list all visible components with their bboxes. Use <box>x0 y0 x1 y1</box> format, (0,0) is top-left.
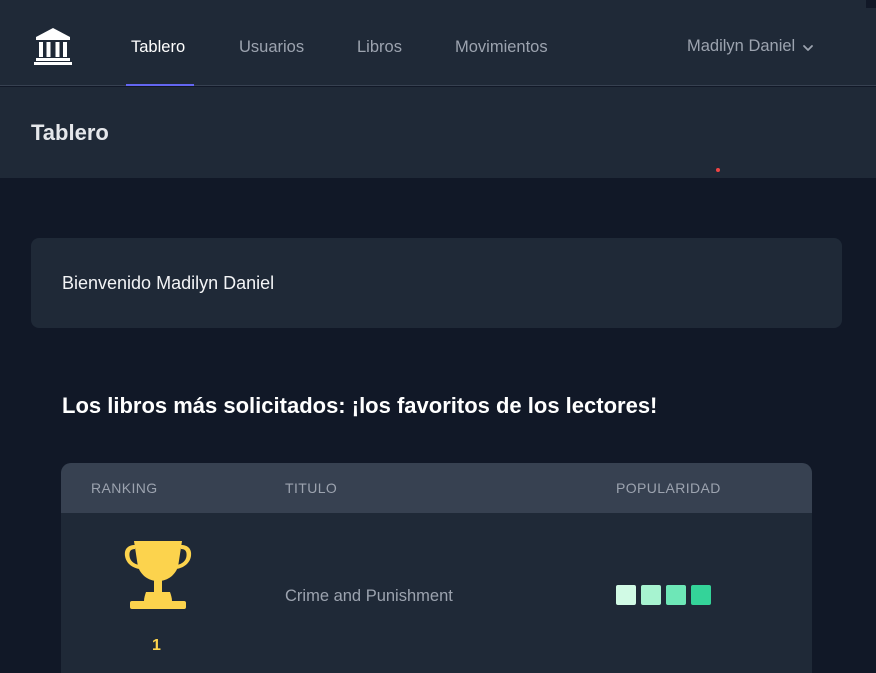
nav-item-libros[interactable]: Libros <box>357 38 402 57</box>
column-header-titulo: TITULO <box>285 480 338 496</box>
popularity-square <box>616 585 636 605</box>
indicator-dot <box>716 168 720 172</box>
column-header-ranking: RANKING <box>91 480 158 496</box>
popularity-indicator <box>616 585 711 605</box>
popularity-square <box>691 585 711 605</box>
section-title: Los libros más solicitados: ¡los favorit… <box>62 393 658 418</box>
chevron-down-icon <box>803 44 814 51</box>
popularity-square <box>641 585 661 605</box>
column-header-popularidad: POPULARIDAD <box>616 480 721 496</box>
table-header: RANKING TITULO POPULARIDAD <box>61 463 812 513</box>
page-title: Tablero <box>31 120 109 145</box>
trophy-icon <box>124 541 192 609</box>
user-menu[interactable]: Madilyn Daniel <box>687 37 814 56</box>
active-tab-indicator <box>126 84 194 86</box>
welcome-message: Bienvenido Madilyn Daniel <box>62 273 275 293</box>
bank-building-icon[interactable] <box>33 26 73 66</box>
top-books-table: RANKING TITULO POPULARIDAD 1 Crime and P… <box>61 463 812 673</box>
window-corner <box>866 0 876 8</box>
rank-number: 1 <box>152 637 161 654</box>
book-title[interactable]: Crime and Punishment <box>285 587 453 606</box>
nav-item-usuarios[interactable]: Usuarios <box>239 38 304 57</box>
user-name: Madilyn Daniel <box>687 37 796 55</box>
nav-item-movimientos[interactable]: Movimientos <box>455 38 548 57</box>
nav-item-tablero[interactable]: Tablero <box>131 38 185 57</box>
top-navigation-bar: Tablero Usuarios Libros Movimientos Madi… <box>0 0 876 86</box>
page-header <box>0 87 876 178</box>
popularity-square <box>666 585 686 605</box>
